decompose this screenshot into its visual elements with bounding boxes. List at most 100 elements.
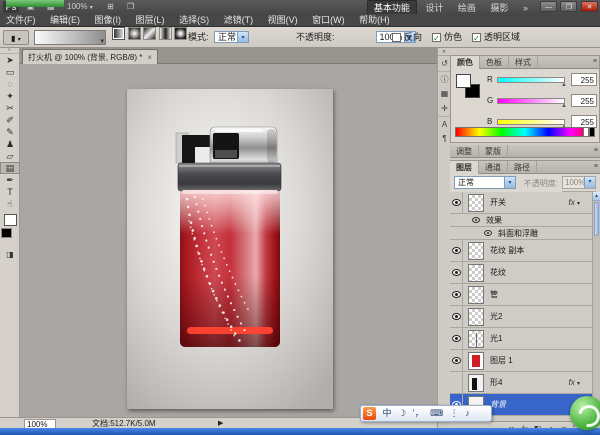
sogou-logo-icon[interactable]: S: [363, 407, 376, 420]
status-options-arrow[interactable]: ▶: [218, 419, 223, 427]
layer-fx-badge[interactable]: fx ▾: [569, 192, 580, 213]
workspace-design[interactable]: 设计: [419, 1, 449, 15]
visibility-toggle[interactable]: [450, 240, 463, 261]
layer-opacity-select[interactable]: 100%▾: [562, 176, 596, 189]
reflected-gradient-button[interactable]: [159, 27, 172, 40]
radial-gradient-button[interactable]: [128, 27, 141, 40]
workspace-overflow-button[interactable]: »: [517, 1, 534, 15]
layer-row-layer1[interactable]: 图层 1: [450, 350, 592, 372]
layer-thumbnail[interactable]: [468, 242, 484, 260]
taskbar-green-segment[interactable]: [6, 0, 64, 7]
slider-knob-icon[interactable]: ▲: [561, 82, 567, 88]
green-channel-value[interactable]: 255: [571, 94, 597, 107]
arrange-documents-icon[interactable]: ⊞: [104, 0, 117, 14]
red-channel-value[interactable]: 255: [571, 73, 597, 86]
effects-header-row[interactable]: 效果: [450, 214, 592, 227]
gradient-picker[interactable]: ▾: [34, 30, 106, 45]
ime-halfmoon-icon[interactable]: ☽: [398, 406, 406, 421]
layer-thumbnail[interactable]: [468, 286, 484, 304]
ime-punctuation-icon[interactable]: ’，: [413, 406, 424, 421]
panel-menu-icon[interactable]: ≡: [594, 147, 598, 154]
floating-assistant-button[interactable]: [570, 396, 600, 430]
menu-file[interactable]: 文件(F): [0, 14, 42, 27]
panel-menu-icon[interactable]: ≡: [594, 163, 598, 170]
menu-filter[interactable]: 滤镜(T): [218, 14, 260, 27]
eyedropper-tool[interactable]: ✐: [0, 114, 20, 126]
document-canvas[interactable]: [127, 89, 333, 409]
workspace-painting[interactable]: 绘画: [452, 1, 482, 15]
tab-adjustments[interactable]: 调整: [450, 145, 479, 158]
linear-gradient-button[interactable]: [112, 27, 125, 40]
visibility-toggle[interactable]: [450, 306, 463, 327]
visibility-toggle[interactable]: [450, 284, 463, 305]
layer-row-light1[interactable]: 光1: [450, 328, 592, 350]
tab-layers[interactable]: 图层: [450, 161, 479, 174]
minimize-button[interactable]: —: [540, 1, 557, 12]
layer-row-shape4[interactable]: 形4 fx ▾: [450, 372, 592, 394]
scrollbar-thumb[interactable]: [594, 202, 599, 236]
ime-mode-chinese[interactable]: 中: [383, 406, 392, 421]
brush-tool[interactable]: ✎: [0, 126, 20, 138]
eye-icon[interactable]: [472, 217, 480, 223]
clone-stamp-tool[interactable]: ♟: [0, 138, 20, 150]
eraser-tool[interactable]: ▱: [0, 150, 20, 162]
visibility-toggle[interactable]: [450, 350, 463, 371]
menu-layer[interactable]: 图层(L): [130, 14, 171, 27]
hand-tool[interactable]: ☝: [0, 198, 20, 210]
angle-gradient-button[interactable]: [143, 27, 156, 40]
layer-row-pattern[interactable]: 花纹: [450, 262, 592, 284]
ime-keyboard-icon[interactable]: ⌨: [430, 406, 443, 421]
menu-view[interactable]: 视图(V): [262, 14, 304, 27]
taskbar-strip[interactable]: [0, 428, 600, 435]
quick-selection-tool[interactable]: ✦: [0, 90, 20, 102]
black-swatch[interactable]: [589, 127, 595, 137]
visibility-toggle[interactable]: [450, 262, 463, 283]
layer-thumbnail[interactable]: [468, 330, 484, 348]
rectangular-marquee-tool[interactable]: ▭: [0, 66, 20, 78]
zoom-level-dropdown[interactable]: 100% ▾: [64, 0, 96, 14]
layer-row-light2[interactable]: 光2: [450, 306, 592, 328]
bevel-emboss-effect-row[interactable]: 斜面和浮雕: [450, 227, 592, 240]
layer-blend-mode-select[interactable]: 正常▾: [454, 176, 516, 189]
gradient-tool[interactable]: ▤: [0, 162, 20, 174]
workspace-photography[interactable]: 摄影: [484, 1, 514, 15]
tab-paths[interactable]: 路径: [508, 161, 537, 174]
visibility-toggle[interactable]: [450, 328, 463, 349]
layer-thumbnail[interactable]: [468, 264, 484, 282]
ime-more-icon[interactable]: ⋮: [450, 406, 459, 421]
menu-window[interactable]: 窗口(W): [306, 14, 351, 27]
panel-menu-icon[interactable]: ≡: [593, 58, 597, 65]
layer-thumbnail[interactable]: [468, 352, 484, 370]
dither-checkbox[interactable]: ✓仿色: [432, 30, 462, 45]
menu-select[interactable]: 选择(S): [173, 14, 215, 27]
layer-fx-badge[interactable]: fx ▾: [569, 372, 580, 393]
collapse-panels-button[interactable]: «: [438, 48, 450, 56]
layer-row-tube[interactable]: 管: [450, 284, 592, 306]
restore-button[interactable]: ❐: [560, 1, 577, 12]
tab-close-icon[interactable]: ×: [147, 53, 152, 62]
type-tool[interactable]: T: [0, 186, 20, 198]
scroll-up-arrow[interactable]: ▲: [593, 192, 600, 201]
screen-mode-icon[interactable]: ❒: [124, 0, 137, 14]
tool-preset-picker[interactable]: ▮ ▾: [3, 30, 29, 45]
crop-tool[interactable]: ✂: [0, 102, 20, 114]
menu-image[interactable]: 图像(I): [89, 14, 128, 27]
layer-row-switch[interactable]: 开关 fx ▾: [450, 192, 592, 214]
red-channel-slider[interactable]: [497, 77, 565, 83]
quick-mask-button[interactable]: ◨: [0, 250, 20, 259]
blue-channel-slider[interactable]: [497, 119, 565, 125]
background-color-swatch[interactable]: [1, 228, 12, 238]
layer-thumbnail[interactable]: [468, 194, 484, 212]
eye-icon[interactable]: [484, 230, 492, 236]
document-tab[interactable]: 打火机 @ 100% (背景, RGB/8) *×: [22, 49, 158, 64]
visibility-toggle[interactable]: [450, 192, 463, 213]
color-spectrum-ramp[interactable]: [455, 127, 595, 137]
pen-tool[interactable]: ✒: [0, 174, 20, 186]
green-channel-slider[interactable]: [497, 98, 565, 104]
tab-color[interactable]: 颜色: [451, 56, 480, 69]
visibility-toggle[interactable]: [450, 372, 463, 393]
slider-knob-icon[interactable]: ▲: [561, 103, 567, 109]
reverse-checkbox[interactable]: 反向: [392, 30, 422, 45]
tab-channels[interactable]: 通道: [479, 161, 508, 174]
menu-edit[interactable]: 编辑(E): [44, 14, 86, 27]
